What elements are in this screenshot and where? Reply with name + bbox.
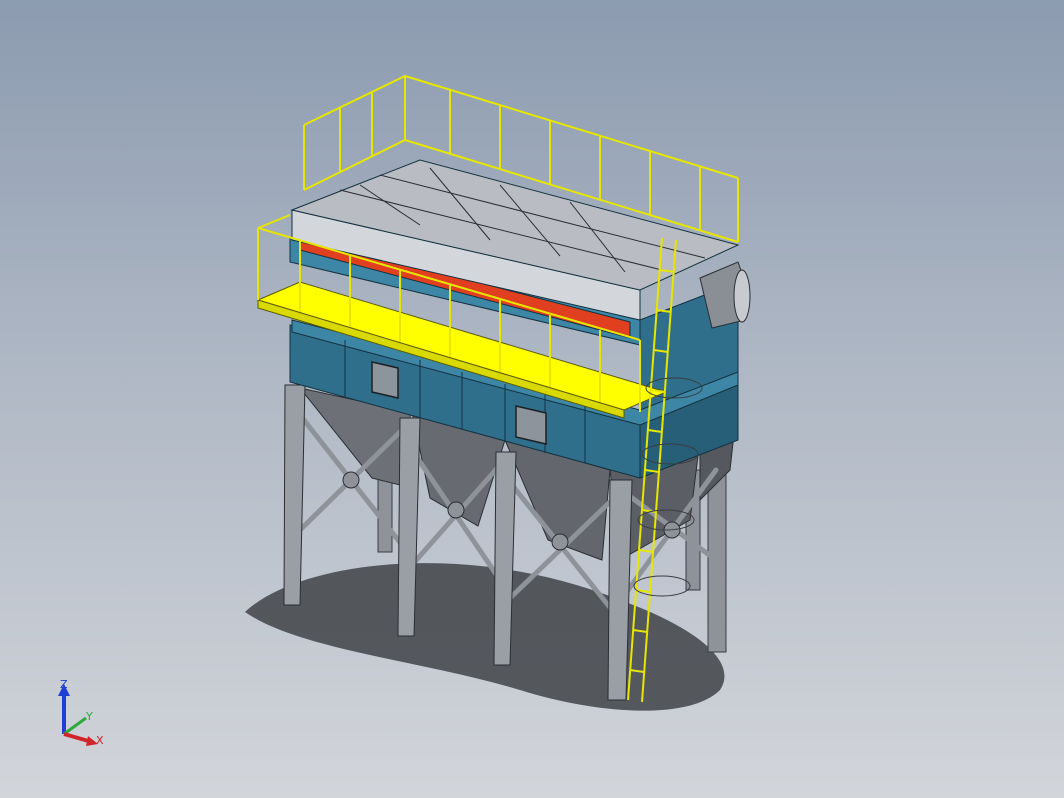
coordinate-triad[interactable]: Z Y X xyxy=(52,678,112,750)
y-axis-label: Y xyxy=(85,710,93,723)
z-axis-label: Z xyxy=(60,678,68,691)
ground-shadow xyxy=(245,563,725,711)
cad-viewport[interactable]: Z Y X xyxy=(0,0,1064,798)
y-axis-arrow xyxy=(63,716,87,736)
x-axis-label: X xyxy=(96,734,104,747)
baghouse-dust-collector-model[interactable] xyxy=(0,0,1064,798)
